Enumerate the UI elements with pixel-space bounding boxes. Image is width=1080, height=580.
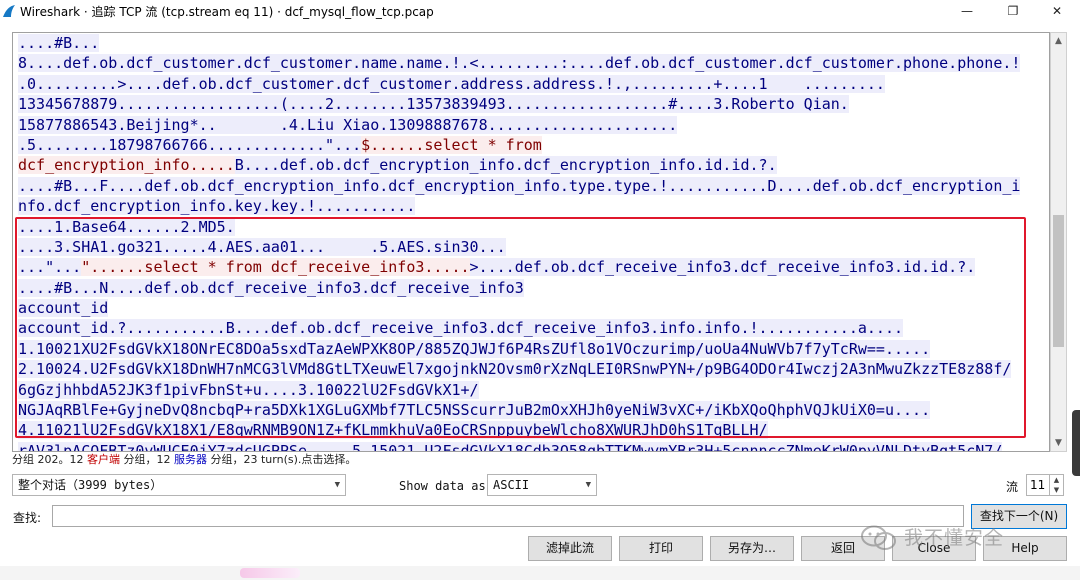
status-summary: 分组 202。12 客户端 分组，12 服务器 分组，23 turn(s).点击… <box>12 451 356 467</box>
status-server-label: 服务器 <box>174 453 207 466</box>
server-data-segment: 15877886543.Beijing*.. .4.Liu Xiao.13098… <box>18 115 678 134</box>
title-bar: Wireshark · 追踪 TCP 流 (tcp.stream eq 11) … <box>0 0 1080 22</box>
server-data-segment: ....#B...N....def.ob.dcf_receive_info3.d… <box>18 278 524 297</box>
server-data-segment: 8....def.ob.dcf_customer.dcf_customer.na… <box>18 54 1021 73</box>
server-data-segment: 13345678879..................(....2.....… <box>18 95 849 114</box>
stream-lines: ....#B... 8....def.ob.dcf_customer.dcf_cu… <box>18 33 1048 451</box>
show-data-as-label: Show data as <box>399 479 486 493</box>
server-data-segment: B....def.ob.dcf_encryption_info.dcf_encr… <box>234 156 777 175</box>
server-data-segment: account_id.?...........B....def.ob.dcf_r… <box>18 319 904 338</box>
taskbar-decoration <box>240 568 300 578</box>
status-client-label: 客户端 <box>87 453 120 466</box>
server-data-segment: 1.10021XU2FsdGVkX18ONrEC8DOa5sxdTazAeWPX… <box>18 339 931 358</box>
stream-line: ....#B... <box>18 33 1048 53</box>
scrollbar-thumb[interactable] <box>1053 215 1064 347</box>
conversation-select[interactable]: 整个对话（3999 bytes） ▼ <box>12 474 346 496</box>
server-data-segment: 4.11021lU2FsdGVkX18X1/E8qwRNMB9ON1Z+fKLm… <box>18 421 768 440</box>
conversation-select-value: 整个对话（3999 bytes） <box>18 478 163 492</box>
stream-line: ..."..."......select * from dcf_receive_… <box>18 257 1048 277</box>
server-data-segment: ....#B...F....def.ob.dcf_encryption_info… <box>18 176 1021 195</box>
server-data-segment: nfo.dcf_encryption_info.key.key.!.......… <box>18 197 416 216</box>
save-as-button[interactable]: 另存为… <box>710 536 794 561</box>
status-middle: 分组，12 <box>120 453 174 466</box>
taskbar-strip <box>0 566 1080 580</box>
side-panel-tab[interactable] <box>1072 410 1080 476</box>
stream-number-label: 流 <box>1006 480 1019 494</box>
filter-out-stream-button[interactable]: 滤掉此流 <box>528 536 612 561</box>
stream-line: .5........18798766766............."...$.… <box>18 135 1048 155</box>
window-title: Wireshark · 追踪 TCP 流 (tcp.stream eq 11) … <box>20 5 434 19</box>
scroll-down-arrow-icon[interactable]: ▼ <box>1051 435 1066 451</box>
client-data-segment: dcf_encryption_info..... <box>18 156 235 175</box>
wireshark-fin-icon <box>3 5 15 17</box>
stream-line: account_id.?...........B....def.ob.dcf_r… <box>18 318 1048 338</box>
stream-line: nfo.dcf_encryption_info.key.key.!.......… <box>18 196 1048 216</box>
show-data-as-value: ASCII <box>493 478 530 492</box>
stream-line: ....#B...F....def.ob.dcf_encryption_info… <box>18 176 1048 196</box>
stream-line: account_id <box>18 298 1048 318</box>
stream-line: dcf_encryption_info.....B....def.ob.dcf_… <box>18 155 1048 175</box>
stream-line: ....1.Base64......2.MD5. <box>18 217 1048 237</box>
server-data-segment: ....3.SHA1.go321.....4.AES.aa01... .5.AE… <box>18 237 506 256</box>
scroll-up-arrow-icon[interactable]: ▲ <box>1051 33 1066 49</box>
client-data-segment: $......select * from <box>361 135 542 154</box>
client-data-segment: "......select * from dcf_receive_info3..… <box>81 258 470 277</box>
find-label: 查找: <box>13 511 42 525</box>
server-data-segment: .5........18798766766............."... <box>18 135 362 154</box>
server-data-segment: NGJAqRBlFe+GyjneDvQ8ncbqP+ra5DXk1XGLuGXM… <box>18 401 931 420</box>
vertical-scrollbar[interactable]: ▲ ▼ <box>1050 32 1067 452</box>
stream-line: 15877886543.Beijing*.. .4.Liu Xiao.13098… <box>18 115 1048 135</box>
stream-line: .0.........>....def.ob.dcf_customer.dcf_… <box>18 74 1048 94</box>
stream-content-view[interactable]: ....#B... 8....def.ob.dcf_customer.dcf_cu… <box>12 32 1050 452</box>
stream-line: ....3.SHA1.go321.....4.AES.aa01... .5.AE… <box>18 237 1048 257</box>
show-data-as-select[interactable]: ASCII ▼ <box>487 474 597 496</box>
server-data-segment: account_id <box>18 299 109 318</box>
stream-line: 8....def.ob.dcf_customer.dcf_customer.na… <box>18 53 1048 73</box>
stream-line: 6gGzjhhbdA52JK3f1pivFbnSt+u....3.10022lU… <box>18 380 1048 400</box>
chevron-down-icon: ▼ <box>334 480 340 490</box>
find-input[interactable] <box>52 505 964 527</box>
stream-spinner-arrows-icon[interactable]: ▲ ▼ <box>1050 474 1064 496</box>
status-prefix: 分组 202。12 <box>12 453 87 466</box>
close-window-button[interactable]: ✕ <box>1034 0 1080 22</box>
watermark: 我不懂安全 <box>860 518 1060 558</box>
watermark-text: 我不懂安全 <box>904 527 1005 549</box>
server-data-segment: 2.10024.U2FsdGVkX18DnWH7nMCG3lVMd8GtLTXe… <box>18 360 1012 379</box>
stream-line: 4.11021lU2FsdGVkX18X1/E8qwRNMB9ON1Z+fKLm… <box>18 420 1048 440</box>
stream-line: NGJAqRBlFe+GyjneDvQ8ncbqP+ra5DXk1XGLuGXM… <box>18 400 1048 420</box>
server-data-segment: .0.........>....def.ob.dcf_customer.dcf_… <box>18 74 885 93</box>
stream-number-field[interactable]: 11 <box>1026 474 1050 496</box>
stream-line: ....#B...N....def.ob.dcf_receive_info3.d… <box>18 278 1048 298</box>
server-data-segment: >....def.ob.dcf_receive_info3.dcf_receiv… <box>469 258 976 277</box>
server-data-segment: ....1.Base64......2.MD5. <box>18 217 235 236</box>
stream-line: 1.10021XU2FsdGVkX18ONrEC8DOa5sxdTazAeWPX… <box>18 339 1048 359</box>
minimize-button[interactable]: — <box>944 0 990 22</box>
server-data-segment: ..."... <box>18 258 82 277</box>
wechat-icon <box>861 525 896 550</box>
chevron-down-icon: ▼ <box>585 480 591 490</box>
server-data-segment: ....#B... <box>18 34 100 52</box>
stream-line: 2.10024.U2FsdGVkX18DnWH7nMCG3lVMd8GtLTXe… <box>18 359 1048 379</box>
stream-line: 13345678879..................(....2.....… <box>18 94 1048 114</box>
maximize-button[interactable]: ❐ <box>990 0 1036 22</box>
server-data-segment: 6gGzjhhbdA52JK3f1pivFbnSt+u....3.10022lU… <box>18 380 479 399</box>
status-suffix: 分组，23 turn(s).点击选择。 <box>207 453 357 466</box>
print-button[interactable]: 打印 <box>619 536 703 561</box>
